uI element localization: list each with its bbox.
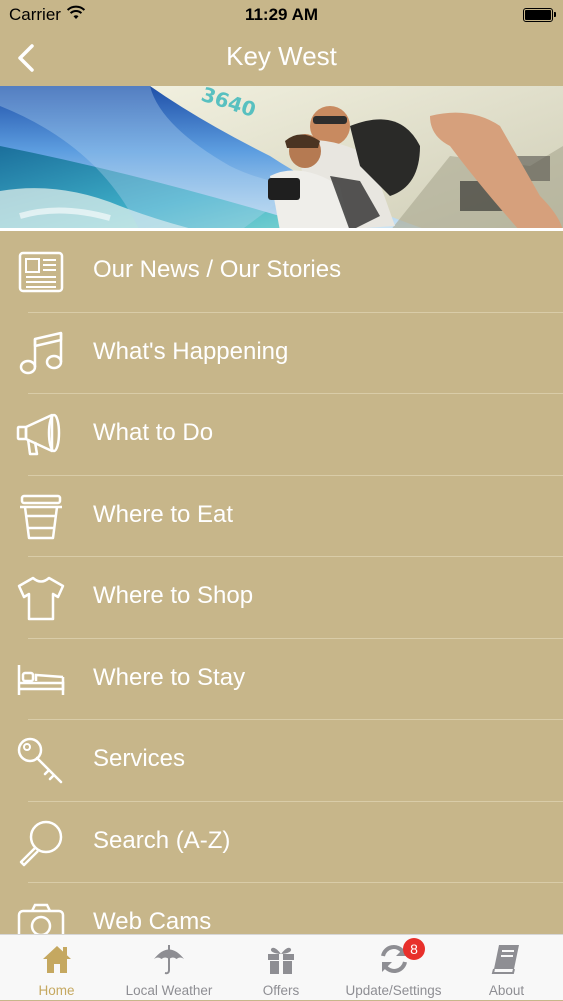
- menu-item-what-to-do[interactable]: What to Do: [0, 394, 563, 476]
- newspaper-icon: [18, 251, 64, 293]
- menu-item-where-to-eat[interactable]: Where to Eat: [0, 476, 563, 557]
- status-bar: Carrier 11:29 AM: [0, 0, 563, 30]
- menu-item-label: Where to Eat: [93, 500, 234, 528]
- camera-icon: [17, 903, 65, 934]
- home-icon: [42, 946, 71, 973]
- status-time: 11:29 AM: [244, 5, 319, 24]
- coffee-cup-icon: [20, 494, 62, 539]
- navigation-bar: Key West: [0, 30, 563, 86]
- tab-update-settings[interactable]: 8 Update/Settings: [337, 935, 450, 1001]
- menu-item-label: What's Happening: [93, 337, 289, 365]
- tab-offers[interactable]: Offers: [225, 935, 337, 1001]
- magnifier-icon: [19, 820, 63, 866]
- tab-label: About: [488, 983, 525, 998]
- tab-local-weather[interactable]: Local Weather: [113, 935, 225, 1001]
- menu-item-label: Web Cams: [93, 908, 212, 934]
- tab-bar: Home Local Weather Offers 8 Update/Setti…: [0, 934, 563, 1000]
- tab-label: Home: [38, 983, 75, 998]
- menu-item-label: Where to Shop: [93, 582, 254, 609]
- menu-item-label: Our News / Our Stories: [93, 256, 342, 283]
- tshirt-icon: [17, 576, 65, 621]
- tab-label: Local Weather: [125, 983, 213, 998]
- banner-image: 3640: [0, 86, 563, 231]
- menu-item-our-news[interactable]: Our News / Our Stories: [0, 231, 563, 313]
- tab-about[interactable]: About: [450, 935, 563, 1001]
- tab-home[interactable]: Home: [0, 935, 113, 1001]
- menu-item-label: Search (A-Z): [93, 826, 231, 854]
- battery-icon: [523, 8, 556, 22]
- menu-item-web-cams[interactable]: Web Cams: [0, 883, 563, 934]
- bed-icon: [17, 664, 65, 695]
- tab-label: Offers: [262, 983, 300, 998]
- menu-item-search[interactable]: Search (A-Z): [0, 802, 563, 883]
- key-icon: [17, 737, 63, 784]
- music-note-icon: [19, 331, 63, 374]
- main-menu: Our News / Our Stories What's Happening …: [0, 231, 563, 934]
- gift-icon: [268, 947, 294, 974]
- notification-badge: 8: [403, 938, 425, 960]
- menu-item-label: Where to Stay: [93, 663, 246, 691]
- menu-item-label: What to Do: [93, 419, 214, 446]
- megaphone-icon: [16, 413, 61, 456]
- menu-item-where-to-stay[interactable]: Where to Stay: [0, 639, 563, 720]
- menu-item-whats-happening[interactable]: What's Happening: [0, 313, 563, 394]
- book-icon: [491, 945, 519, 974]
- umbrella-icon: [154, 945, 184, 975]
- tab-label: Update/Settings: [345, 983, 442, 998]
- page-title: Key West: [226, 41, 337, 71]
- menu-item-services[interactable]: Services: [0, 720, 563, 802]
- menu-item-where-to-shop[interactable]: Where to Shop: [0, 557, 563, 639]
- menu-item-label: Services: [93, 745, 186, 772]
